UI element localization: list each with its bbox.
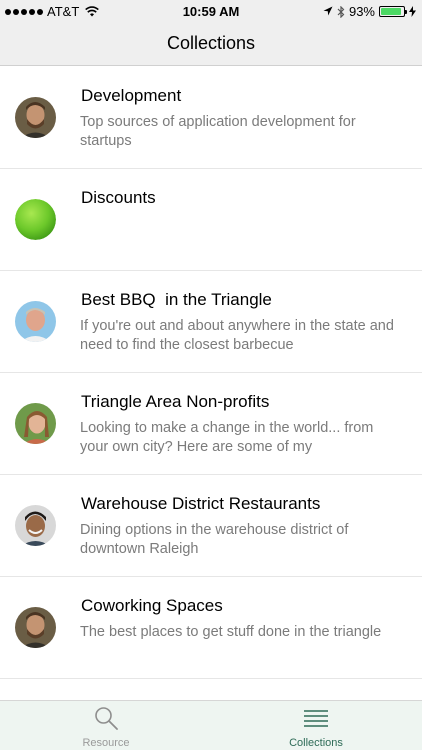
collection-title: Coworking Spaces — [81, 596, 223, 615]
navigation-bar: Collections — [0, 22, 422, 66]
collections-list: Development Top sources of application d… — [0, 67, 422, 679]
collection-item-warehouse-district[interactable]: Warehouse District Restaurants Dining op… — [0, 475, 422, 577]
collection-title: Development — [81, 86, 182, 105]
battery-icon — [379, 6, 407, 17]
collection-title: Warehouse District Restaurants — [81, 494, 321, 513]
collection-item-discounts[interactable]: Discounts — [0, 169, 422, 271]
status-bar: AT&T 10:59 AM 93% — [0, 0, 422, 22]
collection-item-best-bbq[interactable]: Best BBQ in the Triangle If you're out a… — [0, 271, 422, 373]
tab-resource[interactable]: Resource — [46, 701, 166, 750]
collection-title: Triangle Area Non-profits — [81, 392, 270, 411]
collection-description: Looking to make a change in the world...… — [80, 420, 374, 455]
status-right: 93% — [323, 4, 416, 19]
search-icon — [95, 707, 118, 730]
tab-label: Resource — [82, 737, 130, 749]
tab-label: Collections — [289, 737, 343, 749]
bluetooth-icon — [337, 5, 345, 18]
location-arrow-icon — [323, 6, 333, 16]
collection-description: If you're out and about anywhere in the … — [80, 318, 394, 353]
collection-item-development[interactable]: Development Top sources of application d… — [0, 67, 422, 169]
avatar — [15, 505, 56, 546]
avatar — [15, 97, 56, 138]
avatar — [15, 607, 56, 648]
battery-percent: 93% — [348, 4, 375, 19]
collection-title: Discounts — [81, 188, 156, 207]
collection-title: Best BBQ in the Triangle — [81, 290, 272, 309]
collection-description: Dining options in the warehouse district… — [80, 522, 349, 557]
page-title: Collections — [166, 33, 256, 53]
collection-item-nonprofits[interactable]: Triangle Area Non-profits Looking to mak… — [0, 373, 422, 475]
collection-item-coworking[interactable]: Coworking Spaces The best places to get … — [0, 577, 422, 679]
tab-bar: Resource Collections — [0, 700, 422, 750]
collection-description: Top sources of application development f… — [80, 114, 356, 149]
collection-description: The best places to get stuff done in the… — [80, 624, 382, 640]
green-ball-icon — [15, 199, 56, 240]
tab-collections[interactable]: Collections — [256, 701, 376, 750]
battery-fill — [381, 8, 402, 15]
avatar — [15, 403, 56, 444]
list-icon — [304, 710, 328, 727]
avatar — [15, 301, 56, 342]
charging-bolt-icon — [409, 6, 416, 17]
